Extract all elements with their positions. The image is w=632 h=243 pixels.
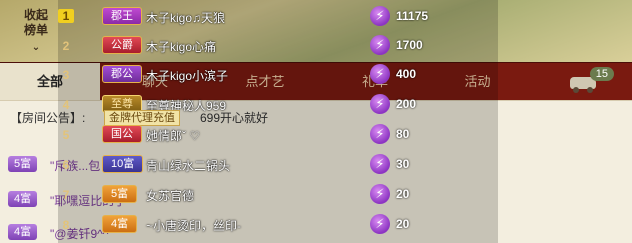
user-name[interactable]: 青山绿水二锅头 xyxy=(146,157,230,174)
user-name[interactable]: 女苏官德 xyxy=(146,187,194,204)
ranking-row[interactable]: 3 郡公 木子kigo小滨子 ⚡ 400 xyxy=(58,60,498,88)
user-name[interactable]: 木子kigo♫天狼 xyxy=(146,9,225,26)
title-badge: 郡公 xyxy=(102,65,142,83)
collapse-label-line1: 收起 xyxy=(23,8,48,22)
ranking-row[interactable]: 8 4富 ~小唐烫印，丝印- ⚡ 20 xyxy=(58,210,498,238)
rank-number: 7 xyxy=(62,188,70,202)
rank-number: 4 xyxy=(62,98,70,112)
rank-number: 1 xyxy=(58,9,74,23)
ranking-row[interactable]: 6 10富 青山绿水二锅头 ⚡ 30 xyxy=(58,150,498,178)
flash-icon: ⚡ xyxy=(370,35,390,55)
title-badge: 国公 xyxy=(102,125,142,143)
rank-number: 6 xyxy=(62,158,70,172)
ranking-row[interactable]: 7 5富 女苏官德 ⚡ 20 xyxy=(58,180,498,208)
title-badge: 10富 xyxy=(102,155,144,173)
ranking-list: 1 郡王 木子kigo♫天狼 ⚡ 11175 2 公爵 木子kigo心痛 ⚡ 1… xyxy=(58,0,498,243)
rank-number: 8 xyxy=(62,218,70,232)
rank-number: 2 xyxy=(62,39,70,53)
user-name[interactable]: ~小唐烫印，丝印- xyxy=(146,217,241,234)
contribution-score: 400 xyxy=(396,67,417,81)
contribution-score: 11175 xyxy=(396,9,429,23)
contribution-score: 30 xyxy=(396,157,410,171)
contribution-score: 200 xyxy=(396,97,417,111)
wealth-level-badge: 5富 xyxy=(8,156,38,172)
contribution-score: 80 xyxy=(396,127,410,141)
contribution-score: 20 xyxy=(396,217,410,231)
title-badge: 郡王 xyxy=(102,7,142,25)
ranking-row[interactable]: 2 公爵 木子kigo心痛 ⚡ 1700 xyxy=(58,31,498,59)
flash-icon: ⚡ xyxy=(370,94,390,114)
flash-icon: ⚡ xyxy=(370,214,390,234)
user-name[interactable]: 木子kigo心痛 xyxy=(146,38,216,55)
tab-count-badge: 15 xyxy=(589,67,614,81)
chevron-down-icon: ⌄ xyxy=(31,42,41,53)
ranking-row[interactable]: 5 国公 她情郎ˇ ♡ ⚡ 80 xyxy=(58,120,498,148)
title-badge: 公爵 xyxy=(102,36,142,54)
rank-number: 3 xyxy=(62,68,70,82)
collapse-ranking-button[interactable]: 收起 榜单 ⌄ xyxy=(18,8,54,55)
title-badge: 4富 xyxy=(102,215,138,233)
user-name[interactable]: 她情郎ˇ ♡ xyxy=(146,127,200,144)
flash-icon: ⚡ xyxy=(370,6,390,26)
contribution-score: 20 xyxy=(396,187,410,201)
title-badge: 5富 xyxy=(102,185,138,203)
flash-icon: ⚡ xyxy=(370,64,390,84)
rank-number: 5 xyxy=(62,128,70,142)
flash-icon: ⚡ xyxy=(370,154,390,174)
wealth-level-badge: 4富 xyxy=(8,191,38,207)
user-name[interactable]: 木子kigo小滨子 xyxy=(146,67,228,84)
flash-icon: ⚡ xyxy=(370,124,390,144)
ranking-row[interactable]: 1 郡王 木子kigo♫天狼 ⚡ 11175 xyxy=(58,2,498,30)
collapse-label-line2: 榜单 xyxy=(23,23,48,37)
flash-icon: ⚡ xyxy=(370,184,390,204)
contribution-score: 1700 xyxy=(396,38,423,52)
wealth-level-badge: 4富 xyxy=(8,224,38,240)
